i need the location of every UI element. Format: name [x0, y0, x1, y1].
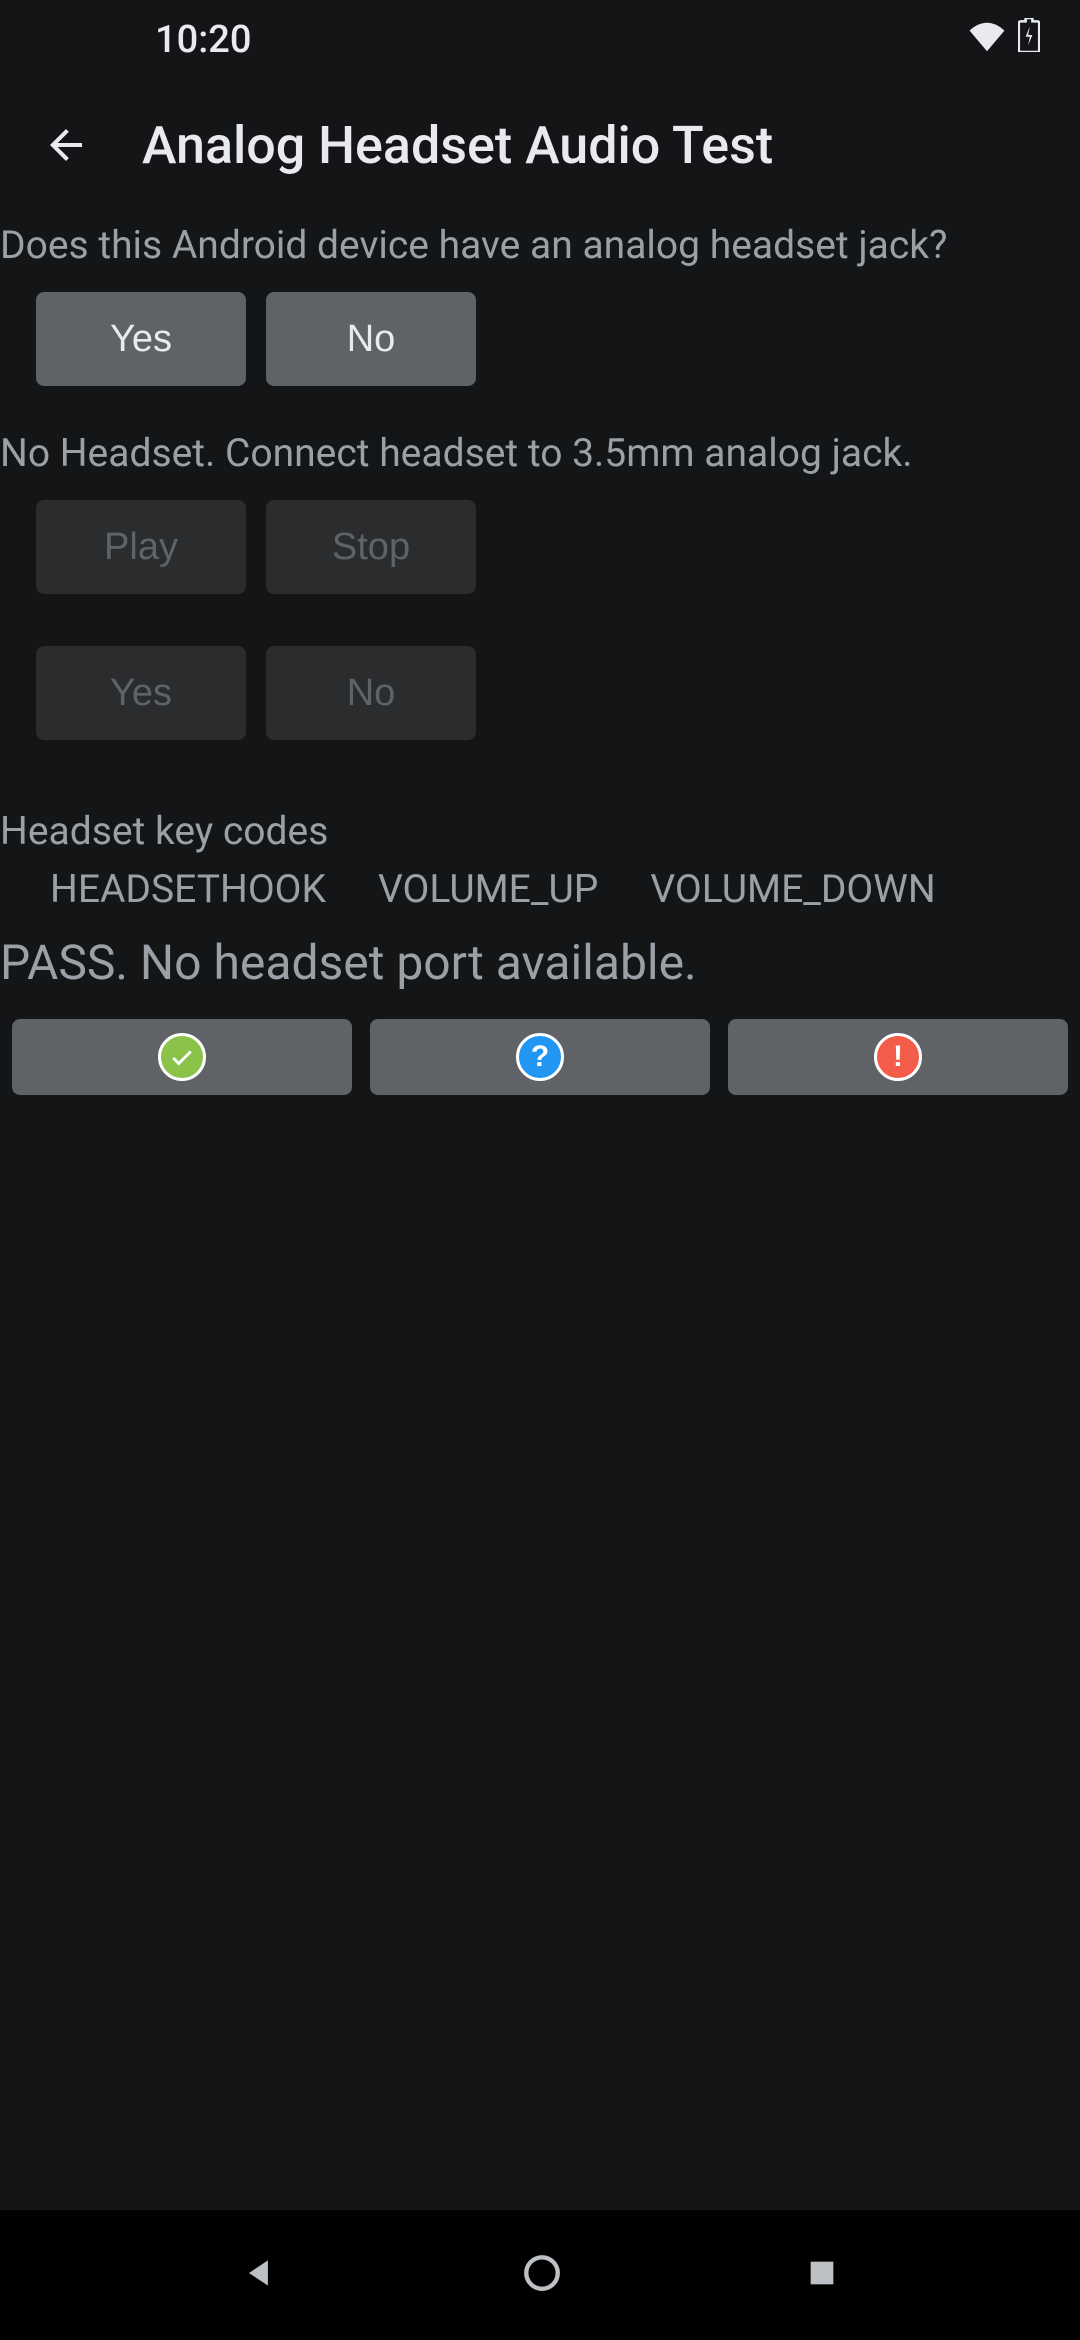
headset-status-message: No Headset. Connect headset to 3.5mm ana…	[0, 398, 1080, 488]
keycode-item: VOLUME_DOWN	[650, 866, 935, 912]
keycode-item: HEADSETHOOK	[50, 866, 326, 912]
nav-home-button[interactable]	[521, 2252, 563, 2298]
stop-button: Stop	[266, 500, 476, 594]
page-title: Analog Headset Audio Test	[142, 115, 773, 176]
circle-icon	[521, 2252, 563, 2294]
info-button[interactable]: ?	[370, 1019, 710, 1095]
playback-button-row: Play Stop	[0, 488, 1080, 606]
has-jack-yes-button[interactable]: Yes	[36, 292, 246, 386]
navigation-bar	[0, 2210, 1080, 2340]
keycode-item: VOLUME_UP	[378, 866, 598, 912]
fail-button[interactable]: !	[728, 1019, 1068, 1095]
battery-charging-icon	[1018, 18, 1040, 62]
square-icon	[805, 2256, 839, 2290]
nav-back-button[interactable]	[241, 2254, 279, 2296]
keycodes-row: HEADSETHOOK VOLUME_UP VOLUME_DOWN	[0, 860, 1080, 918]
alert-circle-icon: !	[874, 1033, 922, 1081]
arrow-left-icon	[42, 121, 90, 169]
action-row: ? !	[0, 1011, 1080, 1103]
status-bar: 10:20	[0, 0, 1080, 80]
nav-recent-button[interactable]	[805, 2256, 839, 2294]
confirm-yes-button: Yes	[36, 646, 246, 740]
has-jack-button-row: Yes No	[0, 280, 1080, 398]
app-bar: Analog Headset Audio Test	[0, 80, 1080, 210]
wifi-icon	[968, 18, 1006, 62]
status-icons	[968, 18, 1040, 62]
confirm-no-button: No	[266, 646, 476, 740]
content: Does this Android device have an analog …	[0, 210, 1080, 1103]
keycodes-label: Headset key codes	[0, 752, 1080, 860]
play-button: Play	[36, 500, 246, 594]
pass-button[interactable]	[12, 1019, 352, 1095]
triangle-left-icon	[241, 2254, 279, 2292]
has-jack-no-button[interactable]: No	[266, 292, 476, 386]
question-has-jack: Does this Android device have an analog …	[0, 210, 1080, 280]
check-circle-icon	[158, 1033, 206, 1081]
status-time: 10:20	[155, 18, 251, 62]
confirm-button-row: Yes No	[0, 634, 1080, 752]
question-circle-icon: ?	[516, 1033, 564, 1081]
test-result: PASS. No headset port available.	[0, 918, 1080, 1011]
back-button[interactable]	[40, 119, 92, 171]
